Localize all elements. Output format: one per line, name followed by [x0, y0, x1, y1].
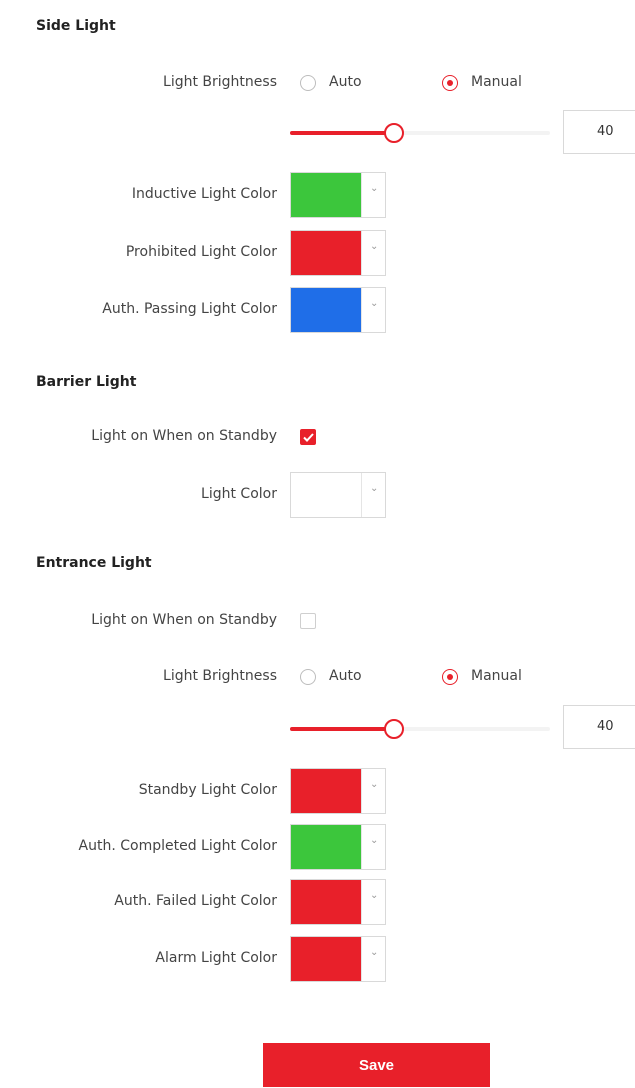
side-light-brightness-label: Light Brightness [163, 74, 277, 90]
chevron-down-icon[interactable]: ⌄ [370, 835, 378, 846]
color-swatch [291, 880, 361, 924]
entrance-light-title: Entrance Light [36, 555, 152, 571]
color-swatch [291, 937, 361, 981]
alarm-light-color-select[interactable]: ⌄ [290, 936, 386, 982]
chevron-down-icon[interactable]: ⌄ [370, 483, 378, 494]
entrance-light-brightness-input[interactable]: 40 [563, 705, 635, 749]
auth-failed-light-color-select[interactable]: ⌄ [290, 879, 386, 925]
color-swatch [291, 473, 361, 517]
inductive-light-color-label: Inductive Light Color [131, 186, 277, 202]
color-swatch [291, 769, 361, 813]
barrier-light-title: Barrier Light [36, 374, 137, 390]
prohibited-light-color-select[interactable]: ⌄ [290, 230, 386, 276]
slider-handle[interactable] [384, 719, 404, 739]
divider [361, 231, 362, 275]
color-swatch [291, 825, 361, 869]
auth-failed-light-color-label: Auth. Failed Light Color [114, 893, 277, 909]
color-swatch [291, 288, 361, 332]
auth-completed-light-color-select[interactable]: ⌄ [290, 824, 386, 870]
barrier-light-color-select[interactable]: ⌄ [290, 472, 386, 518]
barrier-standby-label: Light on When on Standby [91, 428, 277, 444]
entrance-light-manual-radio[interactable] [442, 669, 458, 685]
divider [361, 769, 362, 813]
divider [361, 173, 362, 217]
entrance-light-brightness-label: Light Brightness [163, 668, 277, 684]
chevron-down-icon[interactable]: ⌄ [370, 947, 378, 958]
auth-passing-light-color-select[interactable]: ⌄ [290, 287, 386, 333]
entrance-light-auto-label[interactable]: Auto [329, 668, 362, 684]
slider-fill [290, 727, 394, 731]
side-light-manual-label[interactable]: Manual [471, 74, 522, 90]
color-swatch [291, 231, 361, 275]
divider [361, 880, 362, 924]
chevron-down-icon[interactable]: ⌄ [370, 779, 378, 790]
auth-completed-light-color-label: Auth. Completed Light Color [78, 838, 277, 854]
side-light-title: Side Light [36, 18, 116, 34]
chevron-down-icon[interactable]: ⌄ [370, 298, 378, 309]
entrance-standby-label: Light on When on Standby [91, 612, 277, 628]
chevron-down-icon[interactable]: ⌄ [370, 241, 378, 252]
slider-handle[interactable] [384, 123, 404, 143]
divider [361, 473, 362, 517]
alarm-light-color-label: Alarm Light Color [155, 950, 277, 966]
entrance-light-auto-radio[interactable] [300, 669, 316, 685]
side-light-auto-label[interactable]: Auto [329, 74, 362, 90]
auth-passing-light-color-label: Auth. Passing Light Color [102, 301, 277, 317]
color-swatch [291, 173, 361, 217]
barrier-standby-checkbox[interactable] [300, 429, 316, 445]
side-light-manual-radio[interactable] [442, 75, 458, 91]
standby-light-color-select[interactable]: ⌄ [290, 768, 386, 814]
entrance-light-manual-label[interactable]: Manual [471, 668, 522, 684]
side-light-brightness-input[interactable]: 40 [563, 110, 635, 154]
chevron-down-icon[interactable]: ⌄ [370, 183, 378, 194]
divider [361, 825, 362, 869]
entrance-standby-checkbox[interactable] [300, 613, 316, 629]
barrier-light-color-label: Light Color [201, 486, 277, 502]
slider-fill [290, 131, 394, 135]
divider [361, 288, 362, 332]
standby-light-color-label: Standby Light Color [138, 782, 277, 798]
side-light-auto-radio[interactable] [300, 75, 316, 91]
inductive-light-color-select[interactable]: ⌄ [290, 172, 386, 218]
save-button[interactable]: Save [263, 1043, 490, 1087]
prohibited-light-color-label: Prohibited Light Color [125, 244, 277, 260]
divider [361, 937, 362, 981]
check-icon [303, 433, 314, 442]
chevron-down-icon[interactable]: ⌄ [370, 890, 378, 901]
